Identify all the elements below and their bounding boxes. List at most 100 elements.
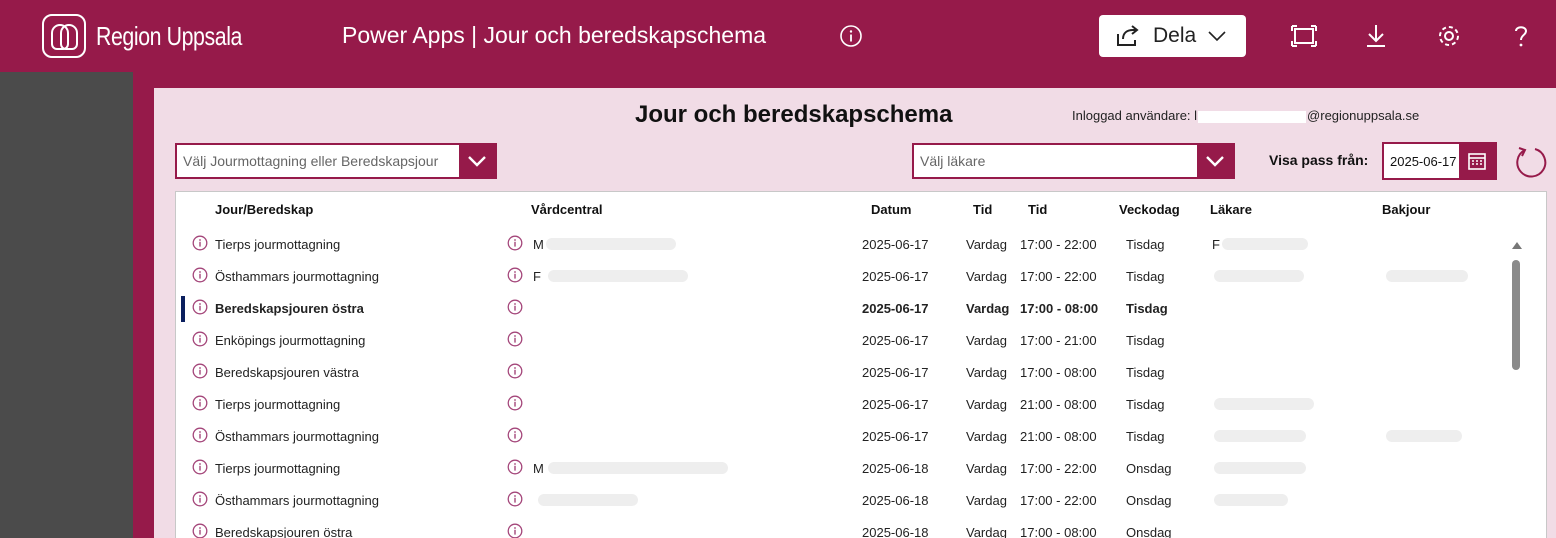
table-row[interactable]: Tierps jourmottagning M 2025-06-18 Vardag 17… [176,453,1516,485]
info-icon[interactable] [192,267,208,283]
info-icon[interactable] [507,395,523,411]
refresh-icon[interactable] [1513,144,1549,180]
info-icon[interactable] [507,235,523,251]
table-row[interactable]: Beredskapsjouren östra 2025-06-17 Vardag 17… [176,293,1516,325]
cell-dag: Onsdag [1126,461,1172,476]
table-row[interactable]: Tierps jourmottagning M 2025-06-17 Vardag 17… [176,229,1516,261]
info-icon[interactable] [192,235,208,251]
cell-lakare: F [1212,237,1220,252]
chevron-down-icon [468,156,486,167]
table-row[interactable]: Östhammars jourmottagning F 2025-06-17 Vard… [176,261,1516,293]
cell-typ: Vardag [966,301,1010,316]
info-icon[interactable] [192,427,208,443]
table-row[interactable]: Tierps jourmottagning 2025-06-17 Vardag 21:… [176,389,1516,421]
info-icon[interactable] [192,523,208,538]
cell-tid: 17:00 - 22:00 [1020,493,1097,508]
cell-typ: Vardag [966,429,1007,444]
user-prefix: Inloggad användare: l [1072,108,1198,123]
info-icon[interactable] [839,24,863,48]
gear-icon[interactable] [1435,22,1463,50]
header-datum: Datum [871,202,912,217]
cell-typ: Vardag [966,397,1007,412]
fit-screen-icon[interactable] [1290,22,1318,50]
cell-datum: 2025-06-17 [862,301,929,316]
scroll-up-icon[interactable] [1512,242,1522,249]
cell-tid: 17:00 - 21:00 [1020,333,1097,348]
cell-tid: 21:00 - 08:00 [1020,429,1097,444]
info-icon[interactable] [507,459,523,475]
cell-tid: 17:00 - 22:00 [1020,237,1097,252]
redacted-text [1222,238,1308,250]
info-icon[interactable] [507,267,523,283]
cell-dag: Tisdag [1126,237,1165,252]
redacted-text [548,462,728,474]
chevron-down-icon [1206,156,1224,167]
scroll-thumb[interactable] [1512,260,1520,370]
jour-dropdown-button[interactable] [459,145,495,177]
region-uppsala-logo: Region Uppsala [42,14,274,58]
jour-dropdown-placeholder: Välj Jourmottagning eller Beredskapsjour [183,153,439,169]
cell-datum: 2025-06-18 [862,525,929,538]
app-title: Power Apps | Jour och beredskapschema [342,22,767,48]
date-picker[interactable]: 2025-06-17 [1382,142,1497,180]
table-row[interactable]: Östhammars jourmottagning 2025-06-18 Varda… [176,485,1516,517]
help-icon[interactable] [1507,22,1535,50]
info-icon[interactable] [507,299,523,315]
header-jour: Jour/Beredskap [215,202,314,217]
table-row[interactable]: Beredskapsjouren östra 2025-06-18 Vardag 17… [176,517,1516,538]
selected-row-indicator [181,296,185,322]
cell-tid: 21:00 - 08:00 [1020,397,1097,412]
cell-datum: 2025-06-18 [862,461,929,476]
calendar-button[interactable] [1459,144,1495,178]
top-bar: Region Uppsala Power Apps | Jour och ber… [0,0,1556,72]
cell-tid: 17:00 - 08:00 [1020,365,1097,380]
user-suffix: @regionuppsala.se [1307,108,1420,123]
cell-typ: Vardag [966,237,1007,252]
redacted-text [538,494,638,506]
logo-text: Region Uppsala [96,20,242,51]
share-button[interactable]: Dela [1099,15,1246,57]
cell-vardcentral: M [533,461,544,476]
cell-typ: Vardag [966,365,1007,380]
cell-jour: Beredskapsjouren västra [215,365,359,380]
cell-typ: Vardag [966,333,1007,348]
redacted-text [546,238,676,250]
doctor-dropdown[interactable]: Välj läkare [912,143,1235,179]
cell-jour: Östhammars jourmottagning [215,429,380,444]
info-icon[interactable] [507,331,523,347]
table-row[interactable]: Östhammars jourmottagning 2025-06-17 Varda… [176,421,1516,453]
cell-typ: Vardag [966,269,1007,284]
info-icon[interactable] [192,395,208,411]
table-row[interactable]: Beredskapsjouren västra 2025-06-17 Vardag 1… [176,357,1516,389]
info-icon[interactable] [192,331,208,347]
header-lakare: Läkare [1210,202,1252,217]
redacted-text [548,270,688,282]
cell-vardcentral: F [533,269,541,284]
info-icon[interactable] [507,523,523,538]
info-icon[interactable] [507,363,523,379]
jour-dropdown[interactable]: Välj Jourmottagning eller Beredskapsjour [175,143,497,179]
cell-jour: Tierps jourmottagning [215,397,341,412]
download-icon[interactable] [1362,22,1390,50]
info-icon[interactable] [192,491,208,507]
scrollbar[interactable] [1510,242,1524,538]
redacted-text [1386,430,1462,442]
info-icon[interactable] [192,459,208,475]
share-label: Dela [1153,24,1197,47]
cell-tid: 17:00 - 22:00 [1020,269,1097,284]
cell-datum: 2025-06-17 [862,429,929,444]
cell-tid: 17:00 - 08:00 [1020,525,1097,538]
cell-jour: Enköpings jourmottagning [215,333,366,348]
cell-datum: 2025-06-17 [862,237,929,252]
info-icon[interactable] [507,427,523,443]
cell-dag: Tisdag [1126,365,1165,380]
cell-dag: Tisdag [1126,429,1165,444]
doctor-dropdown-button[interactable] [1197,145,1233,177]
cell-tid: 17:00 - 08:00 [1020,301,1099,316]
info-icon[interactable] [192,299,208,315]
redacted-text [1214,494,1288,506]
info-icon[interactable] [507,491,523,507]
logo-mark-icon [42,14,86,58]
table-row[interactable]: Enköpings jourmottagning 2025-06-17 Vardag… [176,325,1516,357]
info-icon[interactable] [192,363,208,379]
